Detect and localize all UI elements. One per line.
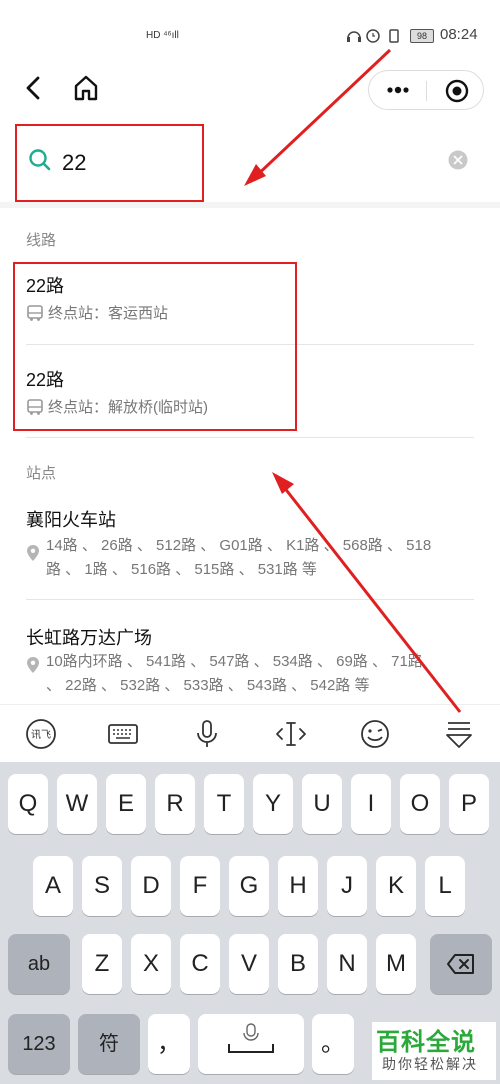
annotation-arrow-line <box>250 48 392 182</box>
annotation-arrows <box>244 48 462 713</box>
annotation-arrow-head <box>244 164 266 186</box>
annotation-arrow-head <box>272 472 294 494</box>
annotation-arrow-line <box>278 481 462 713</box>
